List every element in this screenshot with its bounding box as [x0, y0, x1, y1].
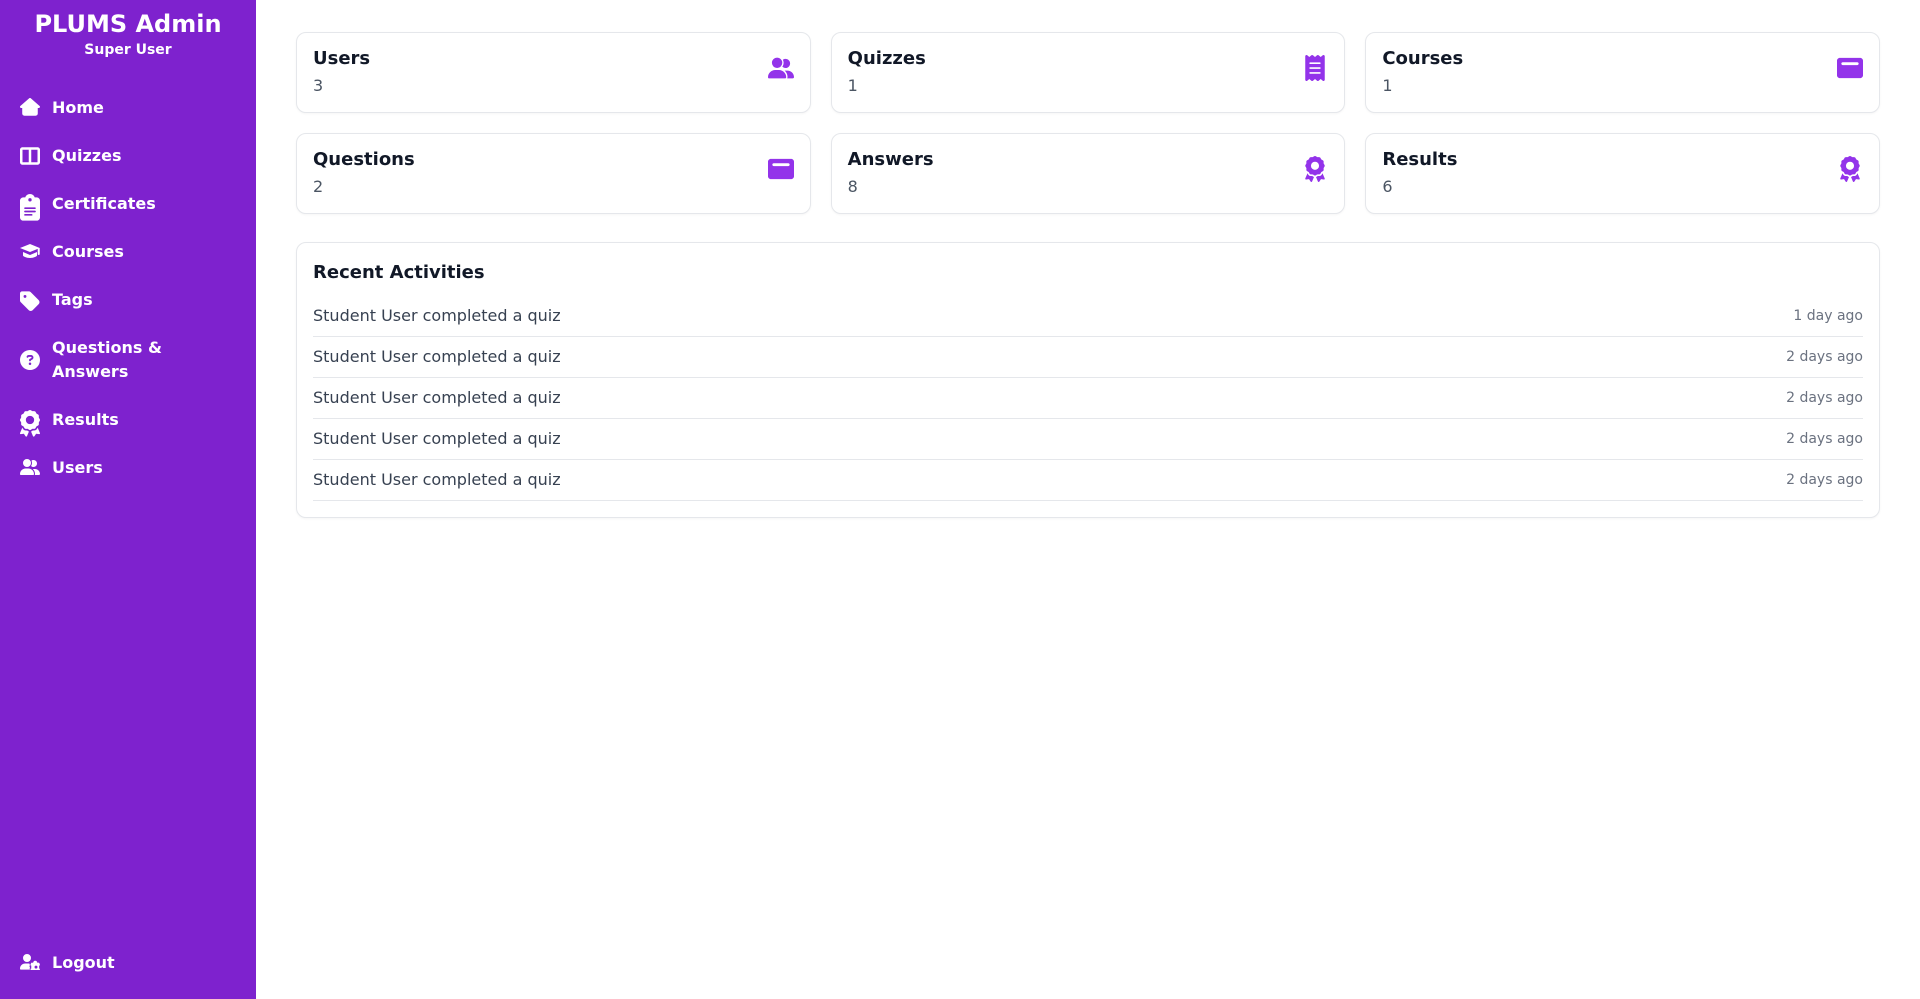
sidebar-item-quizzes[interactable]: Quizzes [0, 132, 256, 180]
card-users[interactable]: Users 3 [296, 32, 811, 113]
card-box-icon [768, 156, 794, 189]
card-value: 8 [848, 175, 934, 199]
clipboard-icon [20, 194, 40, 214]
home-icon [20, 98, 40, 118]
recent-activities-panel: Recent Activities Student User completed… [296, 242, 1880, 518]
card-title: Users [313, 45, 370, 72]
card-value: 1 [1382, 74, 1463, 98]
card-box-icon [1837, 55, 1863, 88]
sidebar-item-label: Results [52, 408, 119, 432]
card-value: 6 [1382, 175, 1457, 199]
activity-desc: Student User completed a quiz [313, 386, 561, 410]
brand-subtitle: Super User [0, 40, 256, 60]
activity-item: Student User completed a quiz 2 days ago [313, 460, 1863, 501]
activity-desc: Student User completed a quiz [313, 345, 561, 369]
card-quizzes[interactable]: Quizzes 1 [831, 32, 1346, 113]
sidebar-item-tags[interactable]: Tags [0, 276, 256, 324]
card-value: 1 [848, 74, 926, 98]
sidebar-item-label: Certificates [52, 192, 156, 216]
columns-icon [20, 146, 40, 166]
activity-time: 2 days ago [1786, 470, 1863, 491]
card-title: Answers [848, 146, 934, 173]
users-icon [20, 458, 40, 478]
activity-time: 2 days ago [1786, 388, 1863, 409]
activity-desc: Student User completed a quiz [313, 468, 561, 492]
sidebar-item-home[interactable]: Home [0, 84, 256, 132]
sidebar-item-label: Users [52, 456, 103, 480]
award-icon [20, 410, 40, 430]
card-courses[interactable]: Courses 1 [1365, 32, 1880, 113]
activity-time: 2 days ago [1786, 347, 1863, 368]
activity-item: Student User completed a quiz 2 days ago [313, 378, 1863, 419]
card-questions[interactable]: Questions 2 [296, 133, 811, 214]
activity-item: Student User completed a quiz 2 days ago [313, 337, 1863, 378]
question-circle-icon [20, 350, 40, 370]
recent-activities-title: Recent Activities [313, 259, 1863, 286]
stat-cards: Users 3 Quizzes 1 Courses [296, 32, 1880, 214]
activity-desc: Student User completed a quiz [313, 304, 561, 328]
sidebar-item-label: Quizzes [52, 144, 121, 168]
card-value: 3 [313, 74, 370, 98]
sidebar-item-label: Questions & Answers [52, 336, 236, 384]
sidebar-item-label: Home [52, 96, 104, 120]
sidebar-item-users[interactable]: Users [0, 444, 256, 492]
sidebar-item-certificates[interactable]: Certificates [0, 180, 256, 228]
award-icon [1302, 156, 1328, 189]
graduation-cap-icon [20, 242, 40, 262]
recent-activities-list: Student User completed a quiz 1 day ago … [313, 296, 1863, 501]
sidebar-item-courses[interactable]: Courses [0, 228, 256, 276]
activity-time: 1 day ago [1793, 306, 1863, 327]
sidebar-nav: Home Quizzes Certificates Courses [0, 76, 256, 492]
brand-title: PLUMS Admin [0, 8, 256, 40]
activity-desc: Student User completed a quiz [313, 427, 561, 451]
card-title: Questions [313, 146, 415, 173]
tag-icon [20, 290, 40, 310]
card-title: Results [1382, 146, 1457, 173]
logout-label: Logout [52, 951, 115, 975]
card-title: Quizzes [848, 45, 926, 72]
receipt-icon [1302, 55, 1328, 88]
sidebar-item-label: Courses [52, 240, 124, 264]
activity-item: Student User completed a quiz 2 days ago [313, 419, 1863, 460]
main-content: Users 3 Quizzes 1 Courses [256, 0, 1920, 999]
logout-button[interactable]: Logout [0, 939, 256, 999]
card-title: Courses [1382, 45, 1463, 72]
sidebar-item-questions-answers[interactable]: Questions & Answers [0, 324, 256, 396]
user-gear-icon [20, 953, 40, 973]
activity-time: 2 days ago [1786, 429, 1863, 450]
sidebar: PLUMS Admin Super User Home Quizzes Ce [0, 0, 256, 999]
card-results[interactable]: Results 6 [1365, 133, 1880, 214]
activity-item: Student User completed a quiz 1 day ago [313, 296, 1863, 337]
sidebar-item-results[interactable]: Results [0, 396, 256, 444]
users-icon [768, 55, 794, 88]
sidebar-item-label: Tags [52, 288, 93, 312]
brand: PLUMS Admin Super User [0, 0, 256, 60]
award-icon [1837, 156, 1863, 189]
card-value: 2 [313, 175, 415, 199]
card-answers[interactable]: Answers 8 [831, 133, 1346, 214]
